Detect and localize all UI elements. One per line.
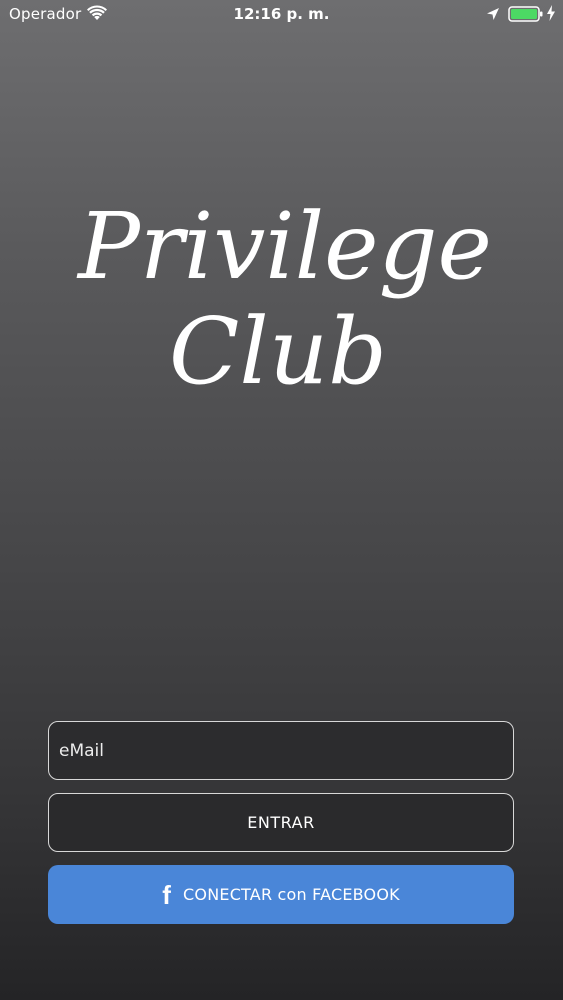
facebook-icon: f xyxy=(162,879,172,910)
logo-line-privilege: Privilege xyxy=(76,193,492,300)
email-input[interactable] xyxy=(49,722,513,779)
facebook-button-label: CONECTAR con FACEBOOK xyxy=(183,885,400,904)
privilege-club-logo: Privilege Club xyxy=(76,193,492,405)
email-field[interactable] xyxy=(48,721,514,780)
enter-button-label: ENTRAR xyxy=(247,813,315,832)
enter-button[interactable]: ENTRAR xyxy=(48,793,514,852)
facebook-connect-button[interactable]: f CONECTAR con FACEBOOK xyxy=(48,865,514,924)
logo-line-club: Club xyxy=(169,298,387,405)
